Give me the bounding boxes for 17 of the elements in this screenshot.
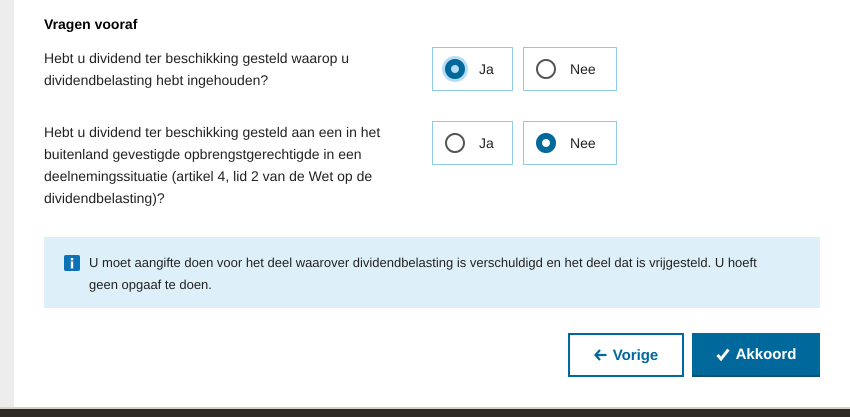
radio-icon[interactable]	[536, 133, 556, 153]
question-text: Hebt u dividend ter beschikking gesteld waarop u dividendbelasting hebt ingehouden?	[44, 49, 350, 90]
info-text: U moet aangifte doen voor het deel waarover dividendbelasting is verschuldigd en het deel dat is vrijgesteld. U hoeft geen opgaaf te doen.	[89, 254, 758, 294]
radio-option[interactable]: Ja	[432, 121, 513, 165]
back-button[interactable]: Vorige	[568, 333, 684, 377]
info-icon	[64, 255, 80, 271]
radio-option[interactable]: Nee	[523, 47, 617, 91]
section-title: Vragen vooraf	[44, 15, 138, 33]
radio-icon[interactable]	[536, 59, 556, 79]
confirm-button[interactable]: Akkoord	[692, 333, 820, 377]
checkmark-icon	[716, 348, 730, 360]
radio-icon[interactable]	[445, 59, 465, 79]
question-text: Hebt u dividend ter beschikking gesteld aan een in het buitenland gevestigde opbrengstgerechtigde in een deelnemingssituatie (artikel 4, lid 2 van de Wet op de dividendbelasting)?	[44, 123, 382, 208]
radio-option[interactable]: Nee	[523, 121, 617, 165]
arrow-left-icon	[594, 349, 607, 361]
radio-option[interactable]: Ja	[432, 47, 513, 91]
radio-icon[interactable]	[445, 133, 465, 153]
